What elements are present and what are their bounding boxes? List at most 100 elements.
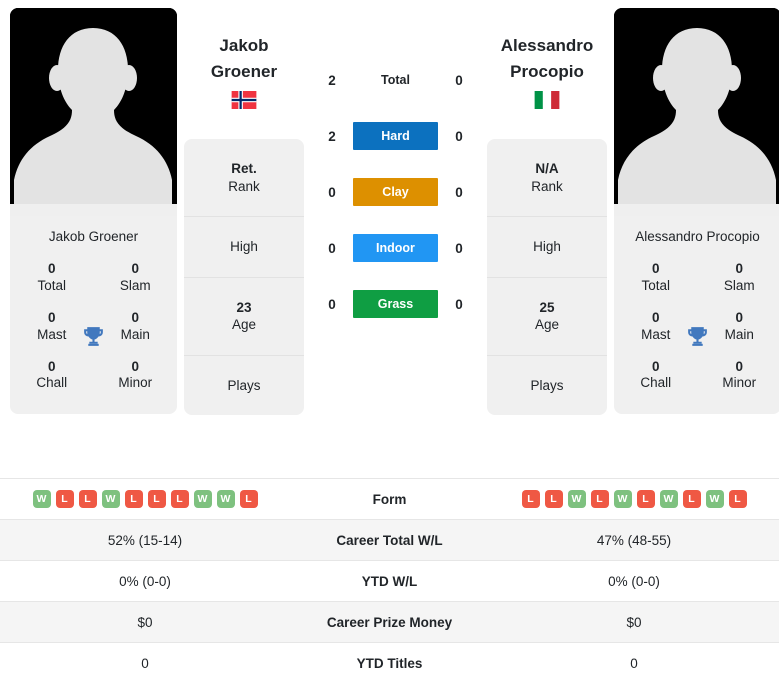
form-badge-left-1: L [55,490,74,508]
form-badge-left-3: W [101,490,120,508]
right-rank-label: Rank [531,178,563,194]
right-player-card[interactable]: Alessandro Procopio 0 Total 0 Slam 0 Mas… [614,8,779,415]
left-rank-label: Rank [228,178,260,194]
left-high-cell: High [184,216,304,277]
left-title-chall-value: 0 [47,358,56,374]
head-to-head-column: 2 Total 0 2 Hard 0 0 Clay 0 0 Indoor 0 0 [311,8,480,318]
left-player-name-caption: Jakob Groener [48,229,139,244]
left-title-chall-label: Chall [36,375,68,391]
right-title-mast-value: 0 [651,309,660,325]
right-age-value: 25 [539,299,555,315]
left-title-minor-label: Minor [118,375,153,391]
right-player-name-caption: Alessandro Procopio [635,229,760,244]
h2h-total-label: Total [381,73,410,87]
left-high-label: High [230,239,258,255]
form-badge-right-3: L [590,490,609,508]
form-badge-right-4: W [613,490,632,508]
form-badge-left-0: W [32,490,51,508]
flag-norway-icon [231,91,257,109]
left-title-mast-value: 0 [47,309,56,325]
left-title-slam: 0 Slam [94,254,178,303]
left-title-slam-value: 0 [131,261,139,276]
h2h-indoor-right-value: 0 [455,240,463,256]
table-row-form: WLLWLLLWWL Form LLWLWLWLWL [0,478,779,520]
row-label-form: Form [290,478,489,520]
right-career-prize-money: $0 [489,601,779,643]
h2h-hard-label[interactable]: Hard [353,122,438,150]
left-title-total: 0 Total [10,254,94,303]
right-rank-cell: N/A Rank [487,139,607,216]
right-form-cell: LLWLWLWLWL [489,478,779,520]
form-badge-right-7: L [682,490,701,508]
left-player-card[interactable]: Jakob Groener 0 Total 0 Slam 0 Mast 0 Ma… [10,8,177,415]
left-title-chall: 0 Chall [10,352,94,401]
flag-italy-icon [534,91,560,109]
form-badge-left-4: L [124,490,143,508]
left-title-main-value: 0 [131,309,139,325]
right-title-mast-label: Mast [641,326,671,342]
left-ytd-wl: 0% (0-0) [0,560,290,602]
form-badge-right-1: L [544,490,563,508]
left-player-name-line1: Jakob [219,36,269,55]
right-titles-grid: 0 Total 0 Slam 0 Mast 0 Main 0 Chall 0 M… [614,254,779,414]
h2h-indoor-label[interactable]: Indoor [353,234,438,262]
left-plays-label: Plays [227,377,261,393]
player-stats-table: WLLWLLLWWL Form LLWLWLWLWL 52% (15-14) C… [0,478,779,684]
right-high-label: High [533,239,561,255]
left-flag-row [184,91,304,109]
h2h-clay-label[interactable]: Clay [353,178,438,206]
h2h-grass-right-value: 0 [455,296,463,312]
player-comparison-page: Jakob Groener 0 Total 0 Slam 0 Mast 0 Ma… [0,0,779,699]
h2h-total-right-value: 0 [455,72,463,88]
form-badge-left-8: W [216,490,235,508]
h2h-row-grass: 0 Grass 0 [311,290,480,318]
left-title-main-label: Main [120,326,150,342]
h2h-row-indoor: 0 Indoor 0 [311,234,480,262]
left-player-name-line2: Groener [210,61,278,81]
right-ytd-wl: 0% (0-0) [489,560,779,602]
row-label-ytd-titles: YTD Titles [290,642,489,684]
left-rank-value: Ret. [231,161,257,176]
h2h-clay-left-value: 0 [328,184,336,200]
right-ytd-titles: 0 [489,642,779,684]
h2h-grass-label[interactable]: Grass [353,290,438,318]
left-plays-cell: Plays [184,354,304,416]
right-title-minor-value: 0 [735,358,743,374]
left-title-total-value: 0 [47,261,56,276]
h2h-row-total: 2 Total 0 [311,66,480,94]
right-title-minor: 0 Minor [698,352,779,401]
left-form-cell: WLLWLLLWWL [0,478,290,520]
h2h-hard-left-value: 2 [328,128,336,144]
left-ytd-titles: 0 [0,642,290,684]
left-player-info-column: Jakob Groener Ret. Rank High 23 Age Play… [184,8,304,416]
right-title-main: 0 Main [698,303,779,352]
left-title-minor: 0 Minor [94,352,178,401]
left-titles-grid: 0 Total 0 Slam 0 Mast 0 Main 0 Chall 0 M… [10,254,177,414]
right-title-slam-value: 0 [735,261,743,276]
left-title-main: 0 Main [94,303,178,352]
right-player-name-line1: Alessandro [500,36,594,55]
right-title-total: 0 Total [614,254,698,303]
h2h-row-clay: 0 Clay 0 [311,178,480,206]
form-badge-right-2: W [567,490,586,508]
left-rank-cell: Ret. Rank [184,139,304,216]
h2h-clay-right-value: 0 [455,184,463,200]
form-badge-left-9: L [239,490,258,508]
h2h-hard-right-value: 0 [455,128,463,144]
left-form-strip: WLLWLLLWWL [0,490,290,508]
h2h-indoor-left-value: 0 [328,240,336,256]
right-title-slam: 0 Slam [698,254,779,303]
form-badge-right-5: L [636,490,655,508]
h2h-row-hard: 2 Hard 0 [311,122,480,150]
right-career-total-wl: 47% (48-55) [489,519,779,561]
form-badge-left-7: W [193,490,212,508]
left-info-card: Ret. Rank High 23 Age Plays [184,139,304,416]
row-label-career-total-wl: Career Total W/L [290,519,489,561]
left-age-cell: 23 Age [184,276,304,355]
right-rank-value: N/A [535,161,559,176]
h2h-grass-left-value: 0 [328,296,336,312]
right-title-main-value: 0 [735,309,743,325]
left-age-label: Age [231,317,257,333]
right-title-total-label: Total [641,277,671,293]
right-plays-label: Plays [530,377,564,393]
